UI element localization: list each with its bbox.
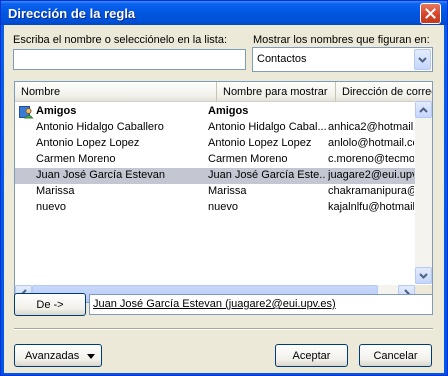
row-display-name: Carmen Moreno — [208, 153, 288, 165]
row-email: anlolo@hotmail.cc — [328, 137, 414, 149]
row-name: Carmen Moreno — [36, 153, 116, 165]
table-row[interactable]: Carmen Moreno Carmen Moreno c.moreno@tecmo… — [15, 152, 415, 168]
scroll-down-button[interactable] — [415, 267, 432, 284]
row-display-name: nuevo — [208, 201, 238, 213]
row-email: c.moreno@tecmos — [328, 153, 414, 165]
table-row[interactable]: Antonio Lopez Lopez Antonio Lopez Lopez an… — [15, 136, 415, 152]
recipient-link[interactable]: Juan José García Estevan (juagare2@eui.u… — [93, 298, 336, 310]
chevron-down-icon — [418, 56, 427, 63]
list-group-row[interactable]: Amigos Amigos — [15, 104, 415, 120]
search-input[interactable] — [13, 49, 246, 70]
close-icon — [425, 8, 436, 19]
arrow-down-icon — [419, 272, 428, 279]
row-display-name: Marissa — [208, 185, 247, 197]
column-header-name[interactable]: Nombre — [15, 82, 217, 101]
search-label: Escriba el nombre o selecciónelo en la l… — [13, 34, 228, 46]
scroll-up-button[interactable] — [415, 101, 432, 118]
window-title: Dirección de la regla — [8, 6, 136, 21]
list-header: Nombre Nombre para mostrar Dirección de … — [15, 82, 432, 102]
recipient-field[interactable]: Juan José García Estevan (juagare2@eui.u… — [89, 294, 433, 315]
from-button[interactable]: De -> — [14, 293, 86, 316]
separator — [14, 328, 433, 330]
row-display-name: Juan José García Este... — [208, 169, 326, 181]
row-name: Antonio Hidalgo Caballero — [36, 121, 164, 133]
ok-button[interactable]: Aceptar — [275, 344, 348, 367]
row-name: nuevo — [36, 201, 66, 213]
close-button[interactable] — [420, 3, 441, 24]
row-email: kajalnlfu@hotmail — [328, 201, 414, 213]
row-display-name: Antonio Hidalgo Cabal... — [208, 121, 326, 133]
cancel-button[interactable]: Cancelar — [359, 344, 432, 367]
row-email: chakramanipura@ — [328, 185, 414, 197]
row-name: Amigos — [36, 105, 77, 117]
row-name: Antonio Lopez Lopez — [36, 137, 140, 149]
arrow-up-icon — [419, 106, 428, 113]
title-bar[interactable]: Dirección de la regla — [1, 1, 447, 25]
dialog-body: Escriba el nombre o selecciónelo en la l… — [4, 25, 444, 373]
row-display-name: Antonio Lopez Lopez — [208, 137, 312, 149]
advanced-button[interactable]: Avanzadas — [14, 344, 102, 367]
advanced-button-label: Avanzadas — [25, 349, 80, 362]
table-row[interactable]: Antonio Hidalgo Caballero Antonio Hidalgo… — [15, 120, 415, 136]
row-name: Marissa — [36, 185, 75, 197]
dialog-window: Dirección de la regla Escriba el nombre … — [0, 0, 448, 376]
contacts-list[interactable]: Nombre Nombre para mostrar Dirección de … — [14, 81, 433, 303]
row-display-name: Amigos — [208, 105, 249, 117]
group-icon — [19, 106, 34, 119]
address-book-select[interactable]: Contactos — [252, 47, 433, 72]
column-header-display-name[interactable]: Nombre para mostrar — [217, 82, 336, 101]
row-email: juagare2@eui.upv — [328, 169, 414, 181]
caret-down-icon — [87, 354, 95, 359]
row-name: Juan José García Estevan — [36, 169, 166, 181]
address-book-label: Mostrar los nombres que figuran en: — [253, 34, 430, 46]
table-row[interactable]: Marissa Marissa chakramanipura@ — [15, 184, 415, 200]
row-email: anhica2@hotmail. — [328, 121, 414, 133]
table-row[interactable]: Juan José García Estevan Juan José García… — [15, 168, 415, 184]
table-row[interactable]: nuevo nuevo kajalnlfu@hotmail — [15, 200, 415, 216]
vertical-scrollbar[interactable] — [415, 101, 432, 284]
address-book-dropdown-button[interactable] — [414, 49, 431, 70]
address-book-value: Contactos — [257, 53, 307, 65]
column-header-email[interactable]: Dirección de correo — [336, 82, 432, 101]
